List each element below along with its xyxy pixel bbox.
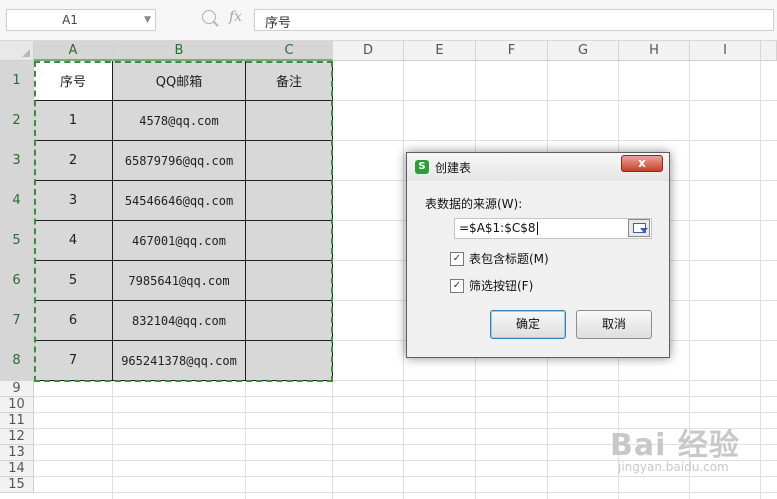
filter-checkbox-label: 筛选按钮(F) <box>469 279 534 293</box>
table-cell[interactable]: 965241378@qq.com <box>113 341 246 381</box>
table-cell[interactable]: 7 <box>34 341 113 381</box>
formula-bar: A1 ▼ fx 序号 <box>0 0 777 41</box>
create-table-dialog: S 创建表 x 表数据的来源(W): =$A$1:$C$8 ✓ 表包含标题(M) … <box>406 152 670 358</box>
source-label: 表数据的来源(W): <box>425 197 523 211</box>
column-header-a[interactable]: A <box>34 41 113 61</box>
ok-button[interactable]: 确定 <box>490 310 566 339</box>
table-cell[interactable]: 4 <box>34 221 113 261</box>
watermark-sub: jingyan.baidu.com <box>618 460 729 474</box>
fx-icon[interactable]: fx <box>229 9 242 25</box>
text-caret <box>536 222 538 235</box>
table-cell[interactable]: 6 <box>34 301 113 341</box>
row-header-10[interactable]: 10 <box>0 397 34 413</box>
baidu-jingyan-watermark: Bai 经验 jingyan.baidu.com <box>610 410 770 495</box>
table-cell[interactable]: 5 <box>34 261 113 301</box>
row-header-13[interactable]: 13 <box>0 445 34 461</box>
name-box-value: A1 <box>62 13 78 27</box>
chevron-down-icon[interactable]: ▼ <box>144 15 151 25</box>
zoom-icon[interactable] <box>202 10 216 24</box>
row-header-4[interactable]: 4 <box>0 181 34 221</box>
table-cell[interactable] <box>246 261 333 301</box>
dialog-title: 创建表 <box>435 161 472 175</box>
table-header-cell[interactable]: 序号 <box>34 61 113 101</box>
row-header-11[interactable]: 11 <box>0 413 34 429</box>
column-header-f[interactable]: F <box>476 41 548 61</box>
row-header-1[interactable]: 1 <box>0 61 34 101</box>
wps-app-icon: S <box>415 160 429 174</box>
table-cell[interactable] <box>246 181 333 221</box>
table-cell[interactable] <box>246 301 333 341</box>
name-box[interactable]: A1 ▼ <box>6 9 156 31</box>
row-header-3[interactable]: 3 <box>0 141 34 181</box>
table-cell[interactable] <box>246 141 333 181</box>
table-cell[interactable]: 65879796@qq.com <box>113 141 246 181</box>
row-header-8[interactable]: 8 <box>0 341 34 381</box>
table-cell[interactable] <box>246 341 333 381</box>
grid-row-line <box>34 396 777 397</box>
column-header-g[interactable]: G <box>548 41 619 61</box>
column-header-e[interactable]: E <box>404 41 476 61</box>
header-checkbox-row[interactable]: ✓ 表包含标题(M) <box>450 250 549 267</box>
column-header-b[interactable]: B <box>113 41 246 61</box>
column-header-c[interactable]: C <box>246 41 333 61</box>
table-cell[interactable]: 3 <box>34 181 113 221</box>
range-select-icon[interactable] <box>628 219 650 237</box>
row-header-9[interactable]: 9 <box>0 381 34 397</box>
row-header-6[interactable]: 6 <box>0 261 34 301</box>
table-cell[interactable]: 7985641@qq.com <box>113 261 246 301</box>
header-checkbox-label: 表包含标题(M) <box>469 252 549 266</box>
row-header-7[interactable]: 7 <box>0 301 34 341</box>
table-cell[interactable]: 1 <box>34 101 113 141</box>
formula-input[interactable]: 序号 <box>254 9 774 31</box>
grid-column-line <box>403 61 404 499</box>
column-header-i[interactable]: I <box>690 41 761 61</box>
filter-checkbox-row[interactable]: ✓ 筛选按钮(F) <box>450 277 533 294</box>
row-header-14[interactable]: 14 <box>0 461 34 477</box>
table-cell[interactable]: 467001@qq.com <box>113 221 246 261</box>
select-all-corner[interactable] <box>0 41 34 61</box>
close-button[interactable]: x <box>621 155 663 172</box>
row-header-2[interactable]: 2 <box>0 101 34 141</box>
table-header-cell[interactable]: 备注 <box>246 61 333 101</box>
column-header-d[interactable]: D <box>333 41 404 61</box>
table-header-cell[interactable]: QQ邮箱 <box>113 61 246 101</box>
row-header-15[interactable]: 15 <box>0 477 34 493</box>
range-value: =$A$1:$C$8 <box>459 221 536 235</box>
table-cell[interactable]: 54546646@qq.com <box>113 181 246 221</box>
table-cell[interactable]: 4578@qq.com <box>113 101 246 141</box>
table-cell[interactable] <box>246 101 333 141</box>
dialog-title-bar[interactable]: S 创建表 x <box>407 153 669 181</box>
table-cell[interactable] <box>246 221 333 261</box>
range-input[interactable]: =$A$1:$C$8 <box>454 218 652 239</box>
header-checkbox[interactable]: ✓ <box>450 251 464 266</box>
watermark-main: Bai 经验 <box>610 428 740 463</box>
table-cell[interactable]: 832104@qq.com <box>113 301 246 341</box>
table-cell[interactable]: 2 <box>34 141 113 181</box>
column-header-h[interactable]: H <box>619 41 690 61</box>
filter-checkbox[interactable]: ✓ <box>450 278 464 293</box>
row-header-12[interactable]: 12 <box>0 429 34 445</box>
column-header-filler <box>761 41 777 61</box>
row-header-5[interactable]: 5 <box>0 221 34 261</box>
cancel-button[interactable]: 取消 <box>576 310 652 339</box>
